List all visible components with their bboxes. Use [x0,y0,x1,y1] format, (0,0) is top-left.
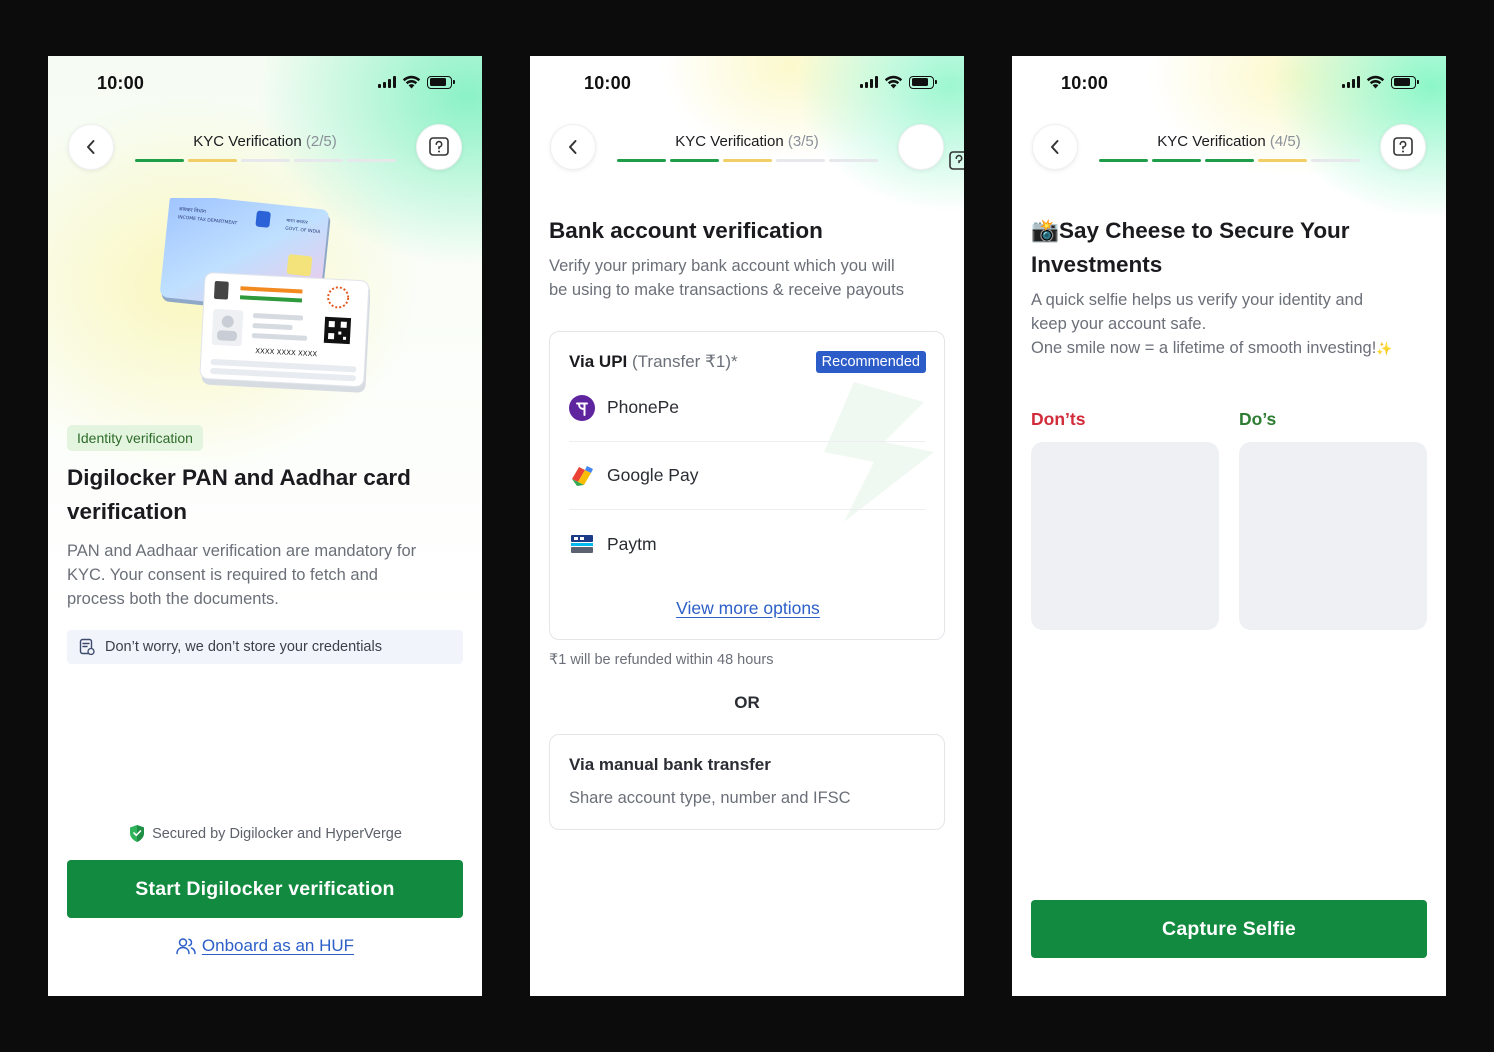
help-icon [949,151,964,170]
upi-heading: Via UPI (Transfer ₹1)* [569,352,738,372]
upi-option-paytm[interactable]: Paytm [569,510,925,578]
upi-sub: (Transfer ₹1)* [632,352,738,371]
wifi-icon [884,75,903,89]
kyc-step: (4/5) [1269,133,1301,150]
status-time: 10:00 [584,73,632,93]
status-bar: 10:00 [530,56,964,110]
page-title-line2: verification [67,499,188,524]
users-icon [176,938,196,955]
donts-title: Don’ts [1031,409,1086,429]
paytm-icon [571,535,593,553]
page-title-line2: Investments [1031,252,1163,277]
description-line1: A quick selfie helps us verify your iden… [1031,291,1364,309]
progress-bar [617,159,878,162]
onboard-huf-link[interactable]: Onboard as an HUF [48,936,482,956]
phonepe-icon [569,394,595,421]
description-line1: Verify your primary bank account which y… [549,257,895,275]
signal-icon [378,76,396,88]
kyc-title-text: KYC Verification [193,133,302,150]
page-title-line1: Digilocker PAN and Aadhar card [67,465,411,490]
battery-icon [909,75,937,89]
description-line2: keep your account safe. [1031,315,1207,333]
help-icon [1393,137,1413,156]
description-line2: KYC. Your consent is required to fetch a… [67,566,378,584]
progress-bar [1099,159,1360,162]
recommended-badge: Recommended [815,351,926,373]
kyc-header: KYC Verification (2/5) [48,124,482,174]
credentials-note: Don’t worry, we don’t store your credent… [67,630,463,664]
description-line3-text: One smile now = a lifetime of smooth inv… [1031,339,1377,357]
upi-option-card: Via UPI (Transfer ₹1)* Recommended Phone… [549,331,945,640]
kyc-step: (2/5) [305,133,337,150]
help-icon [429,137,449,156]
credentials-note-text: Don’t worry, we don’t store your credent… [105,639,382,655]
sparkle-icon: ✨ [1376,341,1393,356]
upi-option-label: Paytm [607,533,657,554]
description-line3: process both the documents. [67,590,279,608]
start-digilocker-button[interactable]: Start Digilocker verification [67,860,463,918]
progress-bar [135,159,396,162]
donts-example-image [1031,442,1219,630]
signal-icon [860,76,878,88]
google-pay-icon [572,465,593,486]
status-bar: 10:00 [48,56,482,110]
manual-transfer-option[interactable]: Via manual bank transfer Share account t… [549,734,945,830]
status-time: 10:00 [1061,73,1109,93]
page-title-text: Say Cheese to Secure Your [1059,218,1350,243]
kyc-header: KYC Verification (4/5) [1012,124,1446,174]
help-button[interactable] [1380,124,1426,170]
wifi-icon [402,75,421,89]
kyc-title-text: KYC Verification [1157,133,1266,150]
status-bar: 10:00 [1012,56,1446,110]
shield-icon [130,825,145,842]
kyc-header: KYC Verification (3/5) [530,124,964,174]
upi-label: Via UPI [569,352,628,371]
manual-transfer-subtitle: Share account type, number and IFSC [569,789,851,807]
help-button[interactable] [416,124,462,170]
kyc-title-text: KYC Verification [675,133,784,150]
refund-note: ₹1 will be refunded within 48 hours [549,652,774,668]
camera-emoji-icon: 📸 [1031,218,1060,243]
identity-verification-tag: Identity verification [67,425,203,451]
document-check-icon [79,638,95,656]
kyc-screen-identity: 10:00 KYC Verification (2/5) आयकर विभाग … [48,56,482,996]
secured-by: Secured by Digilocker and HyperVerge [48,824,482,843]
pan-aadhaar-illustration: आयकर विभाग INCOME TAX DEPARTMENT भारत सर… [160,198,370,393]
capture-selfie-button[interactable]: Capture Selfie [1031,900,1427,958]
battery-icon [427,75,455,89]
signal-icon [1342,76,1360,88]
help-button[interactable] [898,124,944,170]
manual-transfer-title: Via manual bank transfer [569,755,771,774]
secured-by-text: Secured by Digilocker and HyperVerge [152,825,402,842]
dos-example-image [1239,442,1427,630]
description-line2: be using to make transactions & receive … [549,281,904,299]
upi-option-google-pay[interactable]: Google Pay [569,442,925,510]
onboard-huf-text: Onboard as an HUF [201,936,355,955]
dos-title: Do’s [1239,409,1277,429]
view-more-options-link[interactable]: View more options [550,598,944,619]
kyc-step: (3/5) [787,133,819,150]
page-title: Bank account verification [549,218,823,243]
page-title-line1: 📸Say Cheese to Secure Your [1031,214,1350,248]
upi-option-phonepe[interactable]: PhonePe [569,374,925,442]
or-divider: OR [734,693,760,712]
wifi-icon [1366,75,1385,89]
description-line1: PAN and Aadhaar verification are mandato… [67,542,417,560]
kyc-screen-bank: 10:00 KYC Verification (3/5) Bank accoun… [530,56,964,996]
upi-option-label: PhonePe [607,397,680,417]
description-line3: One smile now = a lifetime of smooth inv… [1031,336,1392,361]
status-time: 10:00 [97,73,145,93]
kyc-screen-selfie: 10:00 KYC Verification (4/5) 📸Say Cheese… [1012,56,1446,996]
battery-icon [1391,75,1419,89]
upi-option-label: Google Pay [607,465,699,485]
